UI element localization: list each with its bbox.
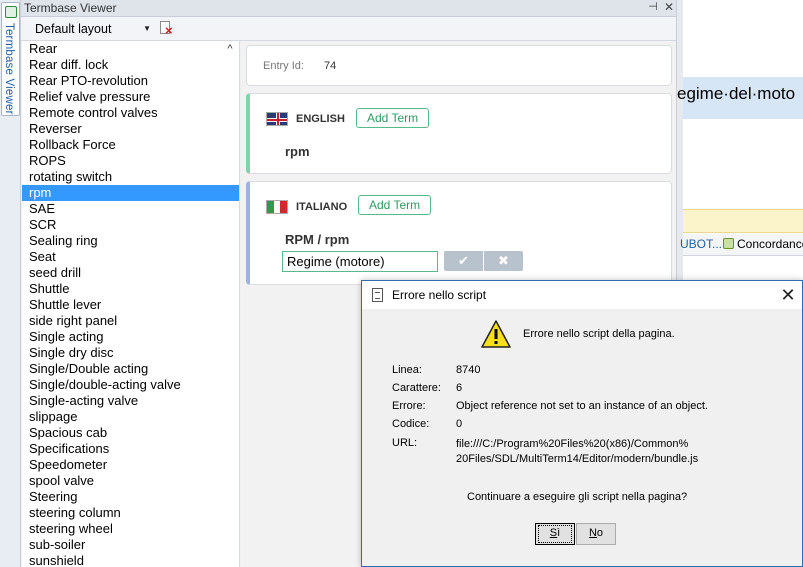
layout-dropdown[interactable]: Default layout ▼ — [27, 20, 153, 38]
dialog-title: Errore nello script — [392, 288, 487, 302]
list-item[interactable]: side right panel — [22, 313, 239, 329]
no-button[interactable]: No — [576, 523, 616, 545]
document-icon — [372, 288, 383, 302]
list-item[interactable]: steering column — [22, 505, 239, 521]
script-error-dialog: Errore nello script ✕ Errore nello scrip… — [361, 280, 803, 567]
list-item[interactable]: Rear diff. lock — [22, 57, 239, 73]
list-item[interactable]: ROPS — [22, 153, 239, 169]
segment-text: egime·del·moto — [677, 84, 796, 103]
entry-id-value: 74 — [324, 60, 337, 72]
url-value-line-2: 20Files/SDL/MultiTerm14/Editor/modern/bu… — [456, 453, 699, 465]
concordance-icon — [723, 238, 734, 249]
list-item[interactable]: Rear PTO-revolution — [22, 73, 239, 89]
side-tab-label: Termbase Viewer — [3, 23, 15, 115]
list-item[interactable]: steering wheel — [22, 521, 239, 537]
list-item[interactable]: Steering — [22, 489, 239, 505]
list-item[interactable]: seed drill — [22, 265, 239, 281]
list-item[interactable]: Single dry disc — [22, 345, 239, 361]
url-value-line-1: file:///C:/Program%20Files%20(x86)/Commo… — [456, 438, 689, 450]
layout-dropdown-value: Default layout — [35, 22, 112, 36]
italian-language-label: ITALIANO — [296, 201, 348, 213]
term-edit-input[interactable] — [282, 251, 438, 272]
dialog-titlebar: Errore nello script ✕ — [362, 281, 802, 309]
focus-ring — [538, 525, 572, 543]
toolbar: Default layout ▼ × — [21, 17, 676, 41]
list-item[interactable]: sunshield — [22, 553, 239, 567]
list-item[interactable]: Rollback Force — [22, 137, 239, 153]
list-item[interactable]: SCR — [22, 217, 239, 233]
confirm-edit-button[interactable]: ✔ — [444, 251, 483, 271]
italian-section: ITALIANO Add Term RPM / rpm ✔ ✖ — [246, 181, 672, 285]
delete-layout-button[interactable]: × — [158, 20, 176, 38]
term-list-items: Rear Rear diff. lock Rear PTO-revolution Re… — [22, 41, 239, 567]
add-term-italian-button[interactable]: Add Term — [358, 195, 432, 215]
scroll-up-icon[interactable]: ^ — [224, 43, 236, 55]
panel-header: Termbase Viewer ⊣ ✕ — [21, 0, 676, 17]
english-section: ENGLISH Add Term rpm — [246, 93, 672, 174]
list-item[interactable]: Single acting — [22, 329, 239, 345]
list-item[interactable]: sub-soiler — [22, 537, 239, 553]
panel-close-icon[interactable]: ✕ — [662, 0, 676, 16]
delete-icon: × — [165, 23, 173, 38]
term-list[interactable]: Rear Rear diff. lock Rear PTO-revolution Re… — [22, 41, 240, 567]
list-item[interactable]: spool valve — [22, 473, 239, 489]
side-tab-strip: Termbase Viewer — [0, 0, 21, 567]
list-item[interactable]: Rear — [22, 41, 239, 57]
char-label: Carattere: — [392, 382, 441, 394]
no-button-label: o — [596, 527, 604, 539]
list-item[interactable]: Specifications — [22, 441, 239, 457]
url-value: file:///C:/Program%20Files%20(x86)/Commo… — [456, 437, 756, 467]
yes-button[interactable]: Sì — [535, 523, 575, 545]
list-item[interactable]: rotating switch — [22, 169, 239, 185]
list-item[interactable]: Single-acting valve — [22, 393, 239, 409]
tab-concordance[interactable]: Concordance — [723, 237, 803, 251]
list-item[interactable]: SAE — [22, 201, 239, 217]
editor-info-bar — [683, 209, 803, 233]
english-term: rpm — [285, 144, 310, 159]
list-item[interactable]: Sealing ring — [22, 233, 239, 249]
list-item[interactable]: Speedometer — [22, 457, 239, 473]
panel-title: Termbase Viewer — [24, 1, 117, 15]
dialog-question: Continuare a eseguire gli script nella p… — [467, 491, 688, 503]
list-item[interactable]: Relief valve pressure — [22, 89, 239, 105]
list-item[interactable]: Spacious cab — [22, 425, 239, 441]
tab-bubot[interactable]: UBOT... — [680, 237, 722, 251]
entry-id-label: Entry Id: — [263, 60, 304, 72]
dropdown-arrow-icon: ▼ — [143, 24, 151, 33]
list-item[interactable]: slippage — [22, 409, 239, 425]
list-item[interactable]: Reverser — [22, 121, 239, 137]
list-item[interactable]: rpm — [22, 185, 239, 201]
tab-termbase-viewer[interactable]: Termbase Viewer — [1, 2, 20, 116]
dialog-close-icon[interactable]: ✕ — [774, 284, 802, 306]
italy-flag-icon — [266, 200, 288, 214]
list-item[interactable]: Shuttle lever — [22, 297, 239, 313]
termbase-icon — [5, 6, 17, 18]
warning-icon — [481, 320, 511, 348]
list-item[interactable]: Shuttle — [22, 281, 239, 297]
line-label: Linea: — [392, 364, 422, 376]
pin-icon[interactable]: ⊣ — [645, 0, 661, 16]
char-value: 6 — [456, 382, 463, 394]
english-language-label: ENGLISH — [296, 113, 345, 125]
italian-term: RPM / rpm — [285, 232, 350, 247]
entry-id-card: Entry Id: 74 — [246, 45, 672, 86]
list-item[interactable]: Remote control valves — [22, 105, 239, 121]
error-value: Object reference not set to an instance … — [456, 400, 708, 412]
list-item[interactable]: Single/Double acting — [22, 361, 239, 377]
code-value: 0 — [456, 418, 463, 430]
error-label: Errore: — [392, 400, 426, 412]
uk-flag-icon — [266, 112, 288, 126]
url-label: URL: — [392, 437, 418, 449]
add-term-english-button[interactable]: Add Term — [356, 108, 430, 128]
list-item[interactable]: Single/double-acting valve — [22, 377, 239, 393]
line-value: 8740 — [456, 364, 481, 376]
list-item[interactable]: Seat — [22, 249, 239, 265]
dialog-message: Errore nello script della pagina. — [523, 328, 675, 340]
cancel-edit-button[interactable]: ✖ — [484, 251, 523, 271]
no-button-hotkey: N — [588, 527, 597, 539]
code-label: Codice: — [392, 418, 430, 430]
tab-concordance-label: Concordance — [737, 237, 803, 251]
